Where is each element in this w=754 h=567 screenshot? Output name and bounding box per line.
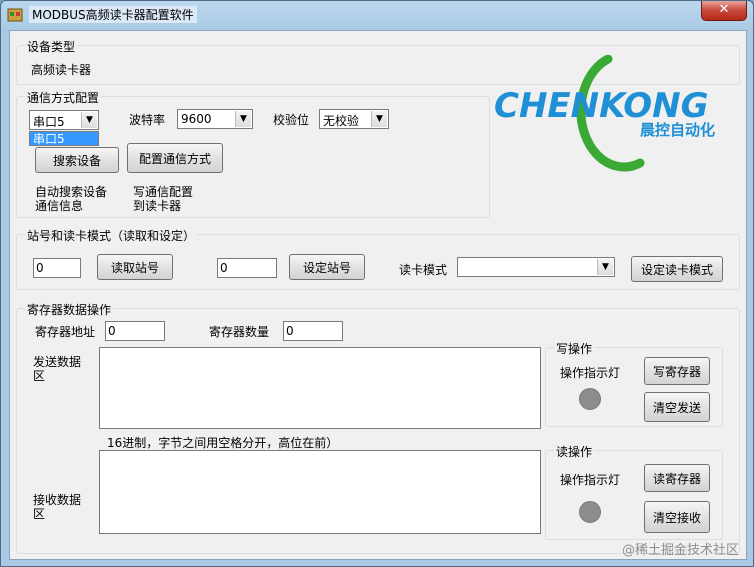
comm-config-group: 通信方式配置 串口5 ▼ 串口5 波特率 9600 ▼ 校验位 无校验 ▼ 搜索… [16, 89, 490, 218]
read-led-label: 操作指示灯 [560, 473, 621, 487]
read-ops-group: 读操作 操作指示灯 读寄存器 清空接收 [545, 443, 723, 540]
close-button[interactable]: ✕ [701, 1, 747, 21]
set-station-input[interactable]: 0 [217, 258, 277, 278]
baud-label: 波特率 [129, 113, 166, 127]
watermark-text: @稀土掘金技术社区 [621, 543, 739, 558]
register-count-label: 寄存器数量 [209, 325, 270, 339]
read-mode-select[interactable]: ▼ [457, 257, 615, 277]
clear-send-button[interactable]: 清空发送 [644, 392, 710, 422]
chevron-down-icon[interactable]: ▼ [81, 112, 97, 128]
read-station-button[interactable]: 读取站号 [97, 254, 173, 280]
write-indicator-led [579, 388, 601, 410]
register-title: 寄存器数据操作 [25, 301, 114, 318]
recv-data-textarea[interactable] [99, 450, 541, 534]
device-type-title: 设备类型 [25, 38, 78, 55]
comm-config-title: 通信方式配置 [25, 89, 102, 106]
chevron-down-icon[interactable]: ▼ [597, 259, 613, 275]
read-register-button[interactable]: 读寄存器 [644, 464, 710, 492]
baud-select[interactable]: 9600 ▼ [177, 109, 253, 129]
write-ops-group: 写操作 操作指示灯 写寄存器 清空发送 [545, 340, 723, 427]
read-station-input[interactable]: 0 [33, 258, 81, 278]
station-mode-group: 站号和读卡模式（读取和设定） 0 读取站号 0 设定站号 读卡模式 ▼ 设定读卡… [16, 227, 740, 290]
register-count-input[interactable]: 0 [283, 321, 343, 341]
read-indicator-led [579, 501, 601, 523]
app-window: MODBUS高频读卡器配置软件 ✕ 设备类型 高频读卡器 通信方式配置 串口5 … [0, 0, 754, 567]
set-read-mode-button[interactable]: 设定读卡模式 [631, 256, 723, 282]
set-station-button[interactable]: 设定站号 [289, 254, 365, 280]
device-type-value: 高频读卡器 [31, 63, 92, 77]
parity-select[interactable]: 无校验 ▼ [319, 109, 389, 129]
chenkong-logo: CHENKONG 晨控自动化 [494, 55, 715, 172]
send-area-label-line2: 区 [33, 369, 46, 383]
chevron-down-icon[interactable]: ▼ [371, 111, 387, 127]
read-mode-label: 读卡模式 [399, 263, 448, 277]
register-addr-label: 寄存器地址 [35, 325, 96, 339]
client-area: 设备类型 高频读卡器 通信方式配置 串口5 ▼ 串口5 波特率 9600 ▼ 校… [9, 30, 747, 560]
logo-brand-text: CHENKONG [494, 86, 709, 126]
app-icon [7, 8, 23, 22]
window-title: MODBUS高频读卡器配置软件 [29, 6, 197, 23]
hex-format-hint: 16进制，字节之间用空格分开，高位在前） [107, 436, 339, 450]
station-mode-title: 站号和读卡模式（读取和设定） [25, 227, 198, 244]
clear-recv-button[interactable]: 清空接收 [644, 501, 710, 533]
recv-area-label-line2: 区 [33, 507, 46, 521]
title-bar[interactable]: MODBUS高频读卡器配置软件 ✕ [1, 1, 753, 29]
send-data-textarea[interactable] [99, 347, 541, 429]
write-ops-title: 写操作 [554, 340, 595, 357]
logo-subtitle-text: 晨控自动化 [640, 121, 715, 139]
register-group: 寄存器数据操作 寄存器地址 0 寄存器数量 0 发送数据 区 16进制，字节之间… [16, 301, 740, 554]
port-dropdown-item[interactable]: 串口5 [29, 131, 99, 146]
write-led-label: 操作指示灯 [560, 366, 621, 380]
search-desc-line2: 通信信息 [35, 199, 84, 213]
read-ops-title: 读操作 [554, 443, 595, 460]
config-comm-button[interactable]: 配置通信方式 [127, 143, 223, 173]
port-select[interactable]: 串口5 ▼ [29, 110, 99, 130]
chevron-down-icon[interactable]: ▼ [235, 111, 251, 127]
register-addr-input[interactable]: 0 [105, 321, 165, 341]
config-desc-line2: 到读卡器 [133, 199, 182, 213]
parity-label: 校验位 [273, 113, 310, 127]
write-register-button[interactable]: 写寄存器 [644, 357, 710, 385]
search-device-button[interactable]: 搜索设备 [35, 147, 119, 173]
